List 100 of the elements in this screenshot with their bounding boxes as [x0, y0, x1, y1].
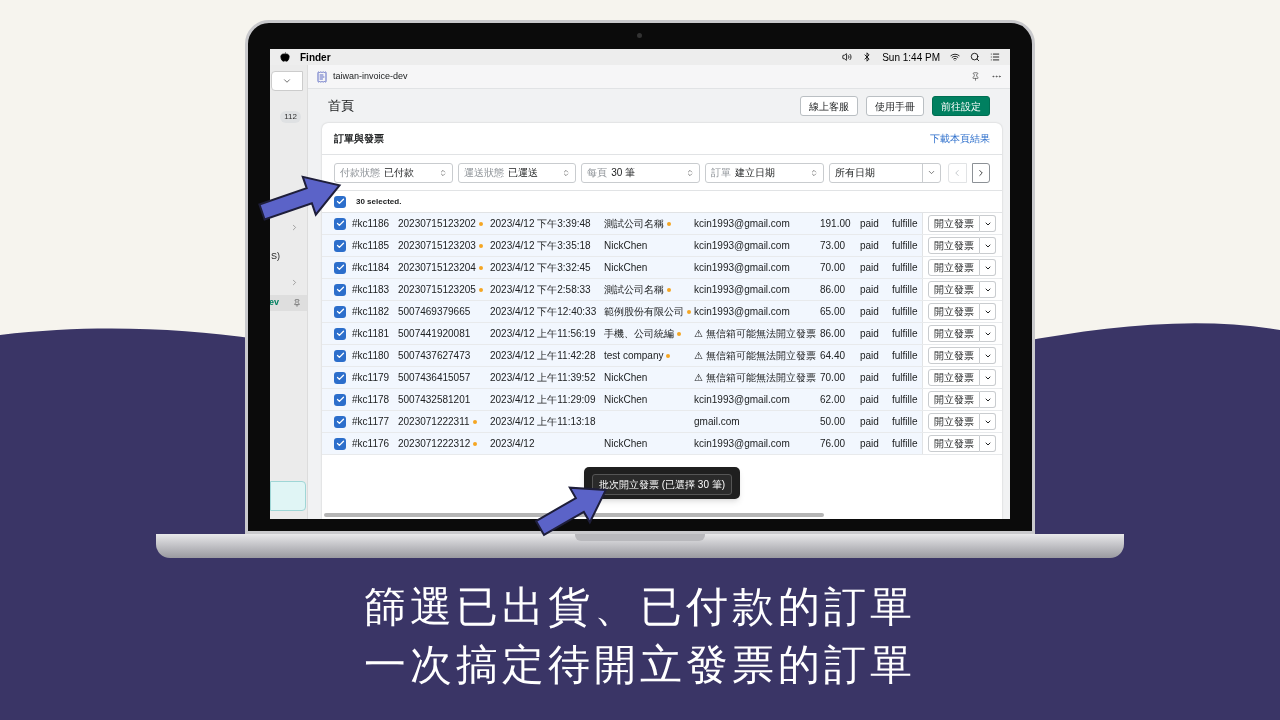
download-link[interactable]: 下載本頁結果: [930, 131, 990, 146]
issue-invoice-button[interactable]: 開立發票: [928, 347, 980, 364]
order-row[interactable]: #kc1186 20230715123202 2023/4/12 下午3:39:48 測試公司名稱 kcin1993@gmail.com 191.00 paid fulfille 開立發票: [322, 213, 1002, 235]
checkbox[interactable]: [334, 239, 346, 252]
customer-name: NickChen: [604, 393, 648, 407]
issue-invoice-button[interactable]: 開立發票: [928, 281, 980, 298]
checkbox[interactable]: [334, 327, 346, 340]
order-row[interactable]: #kc1183 20230715123205 2023/4/12 下午2:58:33 測試公司名稱 kcin1993@gmail.com 86.00 paid fulfille 開立發票: [322, 279, 1002, 301]
order-id: #kc1183: [352, 284, 390, 295]
filter-select[interactable]: 運送狀態 已運送: [457, 162, 577, 183]
app-icon: [316, 70, 328, 83]
order-number: 20230715123205: [398, 283, 476, 297]
checkbox[interactable]: [334, 371, 346, 384]
list-icon[interactable]: [990, 52, 1000, 62]
count-badge: 112: [280, 111, 301, 123]
issue-invoice-button[interactable]: 開立發票: [928, 215, 980, 232]
date-select[interactable]: 所有日期: [828, 162, 941, 183]
order-row[interactable]: #kc1177 2023071222311 2023/4/12 上午11:13:18 gmail.com 50.00 paid fulfille 開立發票: [322, 411, 1002, 433]
order-number: 20230715123204: [398, 261, 476, 275]
order-date: 2023/4/12 下午3:35:18: [490, 240, 591, 251]
bulk-issue-button[interactable]: 批次開立發票 (已選擇 30 筆): [591, 474, 733, 495]
order-number: 5007469379665: [398, 305, 471, 319]
chevron-down-icon: [282, 76, 292, 86]
header-button[interactable]: 使用手冊: [866, 96, 924, 116]
bluetooth-icon[interactable]: [862, 52, 873, 62]
checkbox[interactable]: [334, 393, 346, 406]
apple-icon[interactable]: [280, 52, 290, 62]
order-number: 2023071222311: [398, 415, 470, 429]
pin-icon[interactable]: [971, 72, 980, 81]
payment-status: paid: [860, 240, 879, 251]
checkbox[interactable]: [334, 261, 346, 274]
order-number: 20230715123203: [398, 239, 476, 253]
filter-select[interactable]: 每頁 30 筆: [581, 162, 700, 183]
checkbox[interactable]: [334, 415, 346, 428]
clock[interactable]: Sun 1:44 PM: [882, 49, 940, 65]
checkbox[interactable]: [334, 305, 346, 318]
header-button[interactable]: 線上客服: [800, 96, 858, 116]
checkbox[interactable]: [334, 195, 346, 208]
filter-select[interactable]: 付款狀態 已付款: [334, 162, 453, 183]
filter-select[interactable]: 訂單 建立日期: [704, 162, 824, 183]
order-amount: 86.00: [820, 328, 846, 339]
customer-name: NickChen: [604, 239, 648, 253]
issue-invoice-button[interactable]: 開立發票: [928, 303, 980, 320]
dropdown-field[interactable]: [271, 71, 303, 91]
order-id: #kc1185: [352, 240, 390, 251]
issue-invoice-button[interactable]: 開立發票: [928, 391, 980, 408]
sidebar-item[interactable]: ev: [270, 294, 307, 311]
order-date: 2023/4/12 下午3:32:45: [490, 262, 591, 273]
order-row[interactable]: #kc1176 2023071222312 2023/4/12 NickChen kcin1993@gmail.com 76.00 paid fulfille 開立發票: [322, 433, 1002, 455]
volume-icon[interactable]: [842, 52, 853, 62]
payment-status: paid: [860, 372, 879, 383]
order-id: #kc1177: [352, 416, 390, 427]
order-row[interactable]: #kc1182 5007469379665 2023/4/12 下午12:40:33 範例股份有限公司 kcin1993@gmail.com 65.00 paid fulfille 開立發票: [322, 301, 1002, 323]
payment-status: paid: [860, 328, 879, 339]
order-row[interactable]: #kc1180 5007437627473 2023/4/12 上午11:42:28 test company ⚠ 無信箱可能無法開立發票 64.40 paid fulfille 開立發票: [322, 345, 1002, 367]
check-icon: [335, 263, 345, 272]
customer-email: gmail.com: [694, 416, 740, 427]
issue-invoice-button[interactable]: 開立發票: [928, 325, 980, 342]
selection-count: 30 selected.: [356, 195, 402, 208]
check-icon: [335, 373, 345, 382]
next-page-button[interactable]: [971, 162, 990, 183]
order-row[interactable]: #kc1184 20230715123204 2023/4/12 下午3:32:45 NickChen kcin1993@gmail.com 70.00 paid fulfille 開立發票: [322, 257, 1002, 279]
order-row[interactable]: #kc1181 5007441920081 2023/4/12 上午11:56:19 手機、公司統編 ⚠ 無信箱可能無法開立發票 86.00 paid fulfille 開立發票: [322, 323, 1002, 345]
order-id: #kc1182: [352, 306, 390, 317]
pin-icon[interactable]: [293, 298, 301, 307]
order-row[interactable]: #kc1185 20230715123203 2023/4/12 下午3:35:18 NickChen kcin1993@gmail.com 73.00 paid fulfille 開立發票: [322, 235, 1002, 257]
fulfillment-status: fulfille: [892, 240, 918, 251]
customer-email: kcin1993@gmail.com: [694, 218, 790, 229]
search-icon[interactable]: [970, 52, 980, 62]
app-name[interactable]: Finder: [300, 49, 331, 65]
issue-invoice-button[interactable]: 開立發票: [928, 413, 980, 430]
order-date: 2023/4/12 上午11:13:18: [490, 416, 596, 427]
checkbox[interactable]: [334, 217, 346, 230]
checkbox[interactable]: [334, 283, 346, 296]
issue-invoice-button[interactable]: 開立發票: [928, 435, 980, 452]
order-date: 2023/4/12 上午11:56:19: [490, 328, 596, 339]
camera-icon: [637, 33, 642, 38]
issue-invoice-button[interactable]: 開立發票: [928, 369, 980, 386]
order-row[interactable]: #kc1179 5007436415057 2023/4/12 上午11:39:52 NickChen ⚠ 無信箱可能無法開立發票 70.00 paid fulfille 開立發票: [322, 367, 1002, 389]
up-down-icon: [809, 168, 818, 177]
sidebar-label[interactable]: S): [271, 250, 280, 264]
customer-name: 測試公司名稱: [604, 217, 664, 231]
order-id: #kc1186: [352, 218, 390, 229]
check-icon: [335, 395, 345, 404]
order-row[interactable]: #kc1178 5007432581201 2023/4/12 上午11:29:09 NickChen kcin1993@gmail.com 62.00 paid fulfille 開立發票: [322, 389, 1002, 411]
payment-status: paid: [860, 394, 879, 405]
customer-email: ⚠ 無信箱可能無法開立發票: [694, 350, 816, 361]
issue-invoice-button[interactable]: 開立發票: [928, 237, 980, 254]
scrollbar[interactable]: [324, 513, 824, 517]
issue-invoice-button[interactable]: 開立發票: [928, 259, 980, 276]
fulfillment-status: fulfille: [892, 372, 918, 383]
order-id: #kc1176: [352, 438, 390, 449]
customer-email: kcin1993@gmail.com: [694, 262, 790, 273]
customer-email: ⚠ 無信箱可能無法開立發票: [694, 372, 816, 383]
checkbox[interactable]: [334, 437, 346, 450]
checkbox[interactable]: [334, 349, 346, 362]
order-id: #kc1181: [352, 328, 390, 339]
order-date: 2023/4/12 上午11:42:28: [490, 350, 596, 361]
wifi-icon[interactable]: [950, 52, 960, 62]
header-button[interactable]: 前往設定: [932, 96, 990, 116]
